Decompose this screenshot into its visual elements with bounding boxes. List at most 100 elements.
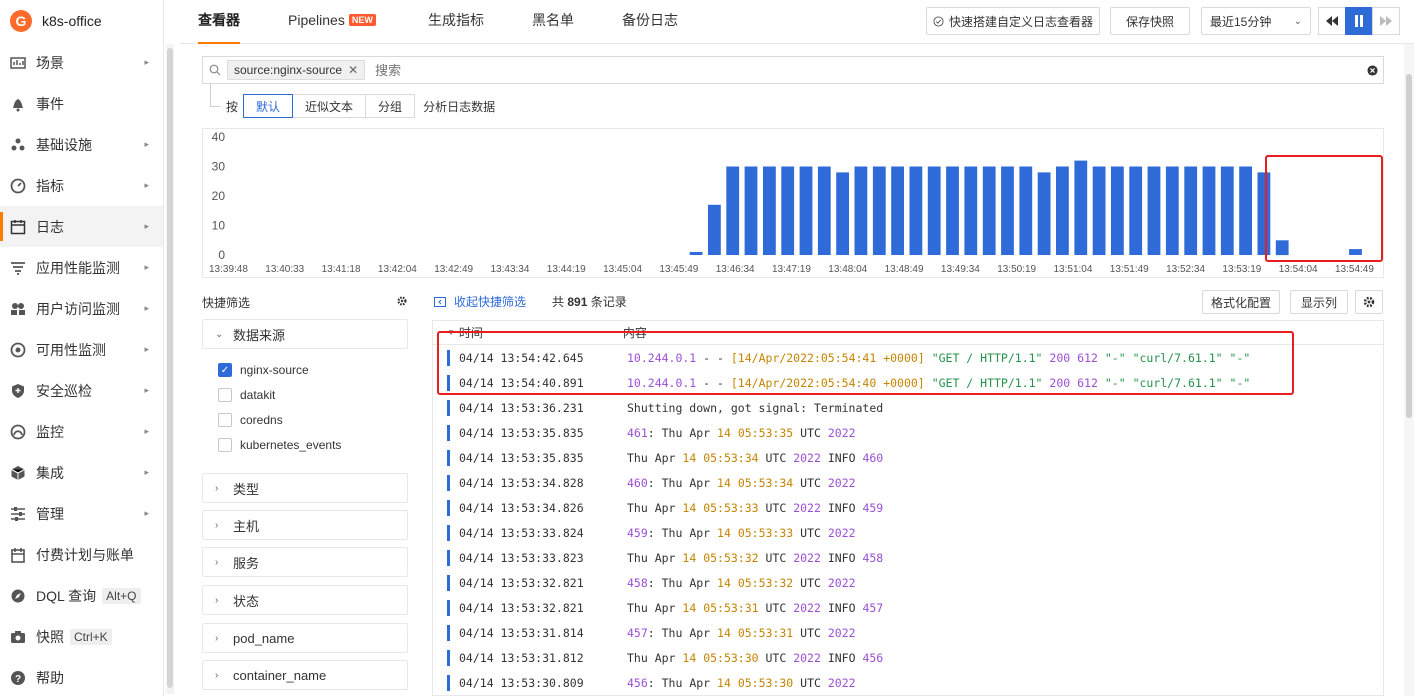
search-input[interactable] <box>375 62 1276 78</box>
filter-section-host[interactable]: › 主机 <box>202 510 408 540</box>
clear-search-icon[interactable] <box>1367 65 1378 76</box>
table-row[interactable]: 04/14 13:53:32.821 Thu Apr 14 05:53:31 UT… <box>433 595 1383 620</box>
tab-generate-metrics[interactable]: 生成指标 <box>428 0 484 44</box>
sidebar-item[interactable]: 日志 ▸ <box>0 206 163 247</box>
histogram-bar[interactable] <box>872 166 886 256</box>
histogram-bar[interactable] <box>1275 240 1289 256</box>
histogram-bar[interactable] <box>763 166 776 256</box>
table-row[interactable]: 04/14 13:53:31.814 457: Thu Apr 14 05:53:… <box>433 620 1383 645</box>
table-row[interactable]: 04/14 13:53:35.835 Thu Apr 14 05:53:34 UT… <box>433 445 1383 470</box>
filter-option-datakit[interactable]: datakit <box>218 386 275 404</box>
histogram-bar[interactable] <box>836 172 849 255</box>
tab-backup-logs[interactable]: 备份日志 <box>622 0 678 44</box>
histogram-bar[interactable] <box>1001 166 1014 256</box>
histogram-bar[interactable] <box>891 166 904 256</box>
table-row[interactable]: 04/14 13:53:36.231 Shutting down, got sig… <box>433 395 1383 420</box>
histogram-bar[interactable] <box>1220 166 1234 256</box>
group-option-similar-text[interactable]: 近似文本 <box>292 94 367 118</box>
histogram-bar[interactable] <box>1019 166 1033 256</box>
tab-viewer[interactable]: 查看器 <box>198 0 240 44</box>
format-config-button[interactable]: 格式化配置 <box>1202 290 1280 314</box>
sidebar-item[interactable]: 监控 ▸ <box>0 411 163 452</box>
sidebar-item[interactable]: 应用性能监测 ▸ <box>0 247 163 288</box>
tab-blacklist[interactable]: 黑名单 <box>532 0 574 44</box>
save-snapshot-button[interactable]: 保存快照 <box>1110 7 1190 35</box>
table-row[interactable]: 04/14 13:53:34.828 460: Thu Apr 14 05:53:… <box>433 470 1383 495</box>
histogram-bar[interactable] <box>1111 166 1124 256</box>
histogram-bar[interactable] <box>1165 166 1179 256</box>
table-row[interactable]: 04/14 13:53:33.824 459: Thu Apr 14 05:53:… <box>433 520 1383 545</box>
table-row[interactable]: 04/14 13:53:31.812 Thu Apr 14 05:53:30 UT… <box>433 645 1383 670</box>
table-row[interactable]: 04/14 13:54:40.891 10.244.0.1 - - [14/Apr… <box>433 370 1383 395</box>
histogram-bar[interactable] <box>817 166 831 256</box>
sidebar-item[interactable]: 指标 ▸ <box>0 165 163 206</box>
sidebar-item[interactable]: 快照 Ctrl+K <box>0 616 163 657</box>
table-row[interactable]: 04/14 13:53:33.823 Thu Apr 14 05:53:32 UT… <box>433 545 1383 570</box>
filter-option-kubernetes-events[interactable]: kubernetes_events <box>218 436 341 454</box>
filter-section-status[interactable]: › 状态 <box>202 585 408 615</box>
histogram-bar[interactable] <box>726 166 740 256</box>
column-content[interactable]: 内容 <box>623 324 647 341</box>
histogram-bar[interactable] <box>1239 166 1252 256</box>
pause-button[interactable] <box>1345 7 1373 35</box>
sidebar-item[interactable]: 基础设施 ▸ <box>0 124 163 165</box>
rewind-button[interactable] <box>1318 7 1346 35</box>
sidebar-item[interactable]: 事件 <box>0 83 163 124</box>
gear-icon[interactable] <box>396 295 408 307</box>
table-row[interactable]: 04/14 13:53:34.826 Thu Apr 14 05:53:33 UT… <box>433 495 1383 520</box>
sidebar-scrollbar[interactable] <box>166 44 174 694</box>
brand[interactable]: G k8s-office <box>0 0 163 42</box>
sidebar-item[interactable]: 用户访问监测 ▸ <box>0 288 163 329</box>
search-bar[interactable]: source:nginx-source ✕ <box>202 56 1384 84</box>
histogram-bar[interactable] <box>799 166 813 256</box>
close-icon[interactable]: ✕ <box>348 63 358 77</box>
histogram-bar[interactable] <box>1257 172 1271 255</box>
time-range-select[interactable]: 最近15分钟 ⌄ <box>1201 7 1311 35</box>
histogram-bar[interactable] <box>1037 172 1051 255</box>
histogram-bar[interactable] <box>1092 166 1106 256</box>
histogram-bar[interactable] <box>982 166 996 256</box>
filter-section-type[interactable]: › 类型 <box>202 473 408 503</box>
sidebar-item[interactable]: DQL 查询 Alt+Q <box>0 575 163 616</box>
filter-section-pod-name[interactable]: › pod_name <box>202 623 408 653</box>
histogram-bar[interactable] <box>1202 166 1216 256</box>
histogram-bar[interactable] <box>1349 249 1362 255</box>
histogram-bar[interactable] <box>1074 160 1088 255</box>
sidebar-item[interactable]: 集成 ▸ <box>0 452 163 493</box>
collapse-quick-filter-link[interactable]: 收起快捷筛选 <box>434 293 526 310</box>
sidebar-item[interactable]: 管理 ▸ <box>0 493 163 534</box>
histogram-bar[interactable] <box>744 166 758 256</box>
group-option-default[interactable]: 默认 <box>243 94 294 118</box>
sidebar-item[interactable]: 安全巡检 ▸ <box>0 370 163 411</box>
histogram-bar[interactable] <box>689 252 703 255</box>
table-row[interactable]: 04/14 13:53:35.835 461: Thu Apr 14 05:53:… <box>433 420 1383 445</box>
filter-section-service[interactable]: › 服务 <box>202 547 408 577</box>
checkbox[interactable] <box>218 438 232 452</box>
histogram-bar[interactable] <box>781 166 795 256</box>
filter-tag[interactable]: source:nginx-source ✕ <box>227 60 366 80</box>
filter-option-nginx-source[interactable]: ✓ nginx-source <box>218 361 309 379</box>
list-settings-button[interactable] <box>1355 290 1383 314</box>
checkbox[interactable] <box>218 413 232 427</box>
histogram-bar[interactable] <box>1147 166 1161 256</box>
histogram-bar[interactable] <box>946 166 959 256</box>
fast-forward-button[interactable] <box>1372 7 1400 35</box>
log-histogram[interactable]: 0 10 20 30 40 13:39:48 13:40:33 13:41:18 13:42:0… <box>202 128 1384 278</box>
quick-build-viewer-button[interactable]: 快速搭建自定义日志查看器 <box>926 7 1100 35</box>
histogram-bar[interactable] <box>964 166 978 256</box>
sidebar-item[interactable]: 可用性监测 ▸ <box>0 329 163 370</box>
table-row[interactable]: 04/14 13:53:30.809 456: Thu Apr 14 05:53:… <box>433 670 1383 695</box>
histogram-bar[interactable] <box>854 166 868 256</box>
table-row[interactable]: 04/14 13:54:42.645 10.244.0.1 - - [14/Apr… <box>433 345 1383 370</box>
histogram-bar[interactable] <box>1129 166 1143 256</box>
histogram-bar[interactable] <box>927 166 941 256</box>
sort-desc-icon[interactable]: ▼ <box>447 328 455 337</box>
sidebar-item[interactable]: ? 帮助 <box>0 657 163 696</box>
checkbox[interactable] <box>218 388 232 402</box>
column-time[interactable]: 时间 <box>459 324 623 341</box>
sidebar-item[interactable]: 付费计划与账单 <box>0 534 163 575</box>
filter-option-coredns[interactable]: coredns <box>218 411 283 429</box>
sidebar-item[interactable]: 场景 ▸ <box>0 42 163 83</box>
histogram-bar[interactable] <box>1056 166 1069 256</box>
histogram-bar[interactable] <box>909 166 923 256</box>
